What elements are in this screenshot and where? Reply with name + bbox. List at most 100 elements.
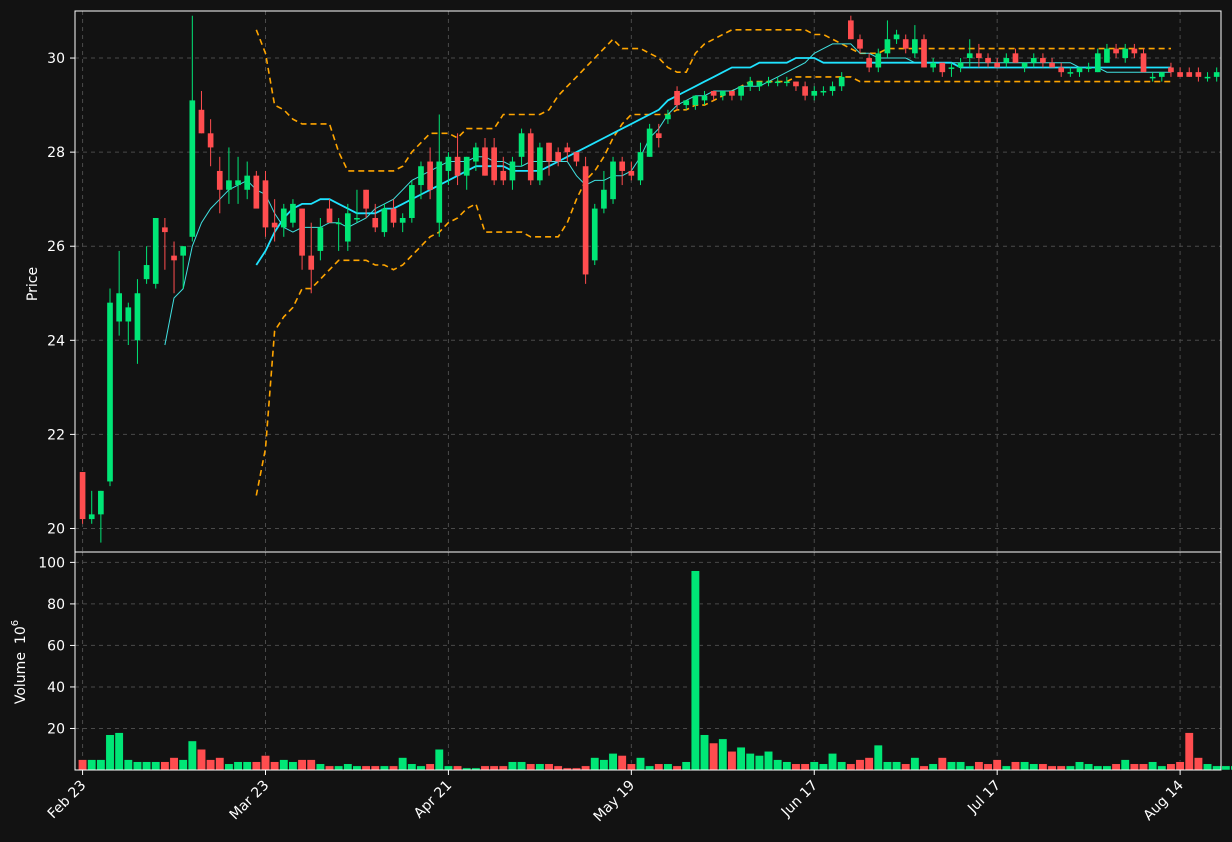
- candle-body: [1040, 58, 1046, 63]
- volume-bar: [736, 746, 746, 771]
- candle-body: [107, 302, 113, 482]
- volume-bar: [187, 740, 197, 771]
- volume-bar: [599, 759, 609, 771]
- candle-body: [317, 227, 324, 251]
- candle-body: [1085, 67, 1092, 69]
- volume-bar: [78, 759, 88, 771]
- volume-bar: [169, 757, 179, 771]
- volume-bar: [645, 765, 655, 771]
- candle-body: [555, 152, 562, 162]
- volume-bar: [553, 765, 563, 771]
- candle-body: [701, 95, 708, 101]
- candle-body: [729, 90, 735, 96]
- volume-bar: [809, 761, 819, 771]
- candle-body: [1195, 72, 1202, 77]
- candle-body: [848, 20, 854, 40]
- volume-bar: [718, 738, 728, 771]
- candle-body: [271, 222, 278, 228]
- price-tick-label: 24: [47, 333, 65, 349]
- volume-bar: [782, 761, 792, 771]
- candle-body: [473, 147, 479, 162]
- candle-body: [372, 217, 379, 228]
- volume-bar: [1212, 765, 1222, 771]
- candle-body: [912, 39, 918, 54]
- volume-bar: [919, 765, 929, 771]
- candle-body: [134, 293, 141, 341]
- candle-body: [253, 175, 260, 209]
- candle-body: [774, 81, 781, 84]
- candle-body: [1158, 72, 1165, 77]
- volume-bar: [663, 763, 673, 771]
- candle-body: [308, 255, 315, 270]
- volume-bar: [1038, 763, 1048, 771]
- volume-bar: [1221, 765, 1231, 771]
- candle-body: [930, 62, 936, 68]
- candle-body: [1122, 48, 1129, 59]
- volume-bar: [928, 763, 938, 771]
- volume-bar: [151, 761, 161, 771]
- volume-bar: [123, 759, 133, 771]
- candle-body: [783, 81, 790, 84]
- candle: [408, 180, 415, 223]
- candle: [79, 472, 86, 524]
- volume-bar: [882, 761, 892, 771]
- candle-body: [1021, 62, 1028, 68]
- candle-body: [866, 58, 872, 68]
- volume-bar: [910, 757, 920, 771]
- candle-body: [957, 62, 964, 68]
- volume-bar: [1047, 765, 1057, 771]
- volume-bar: [1166, 763, 1176, 771]
- candle-body: [1104, 48, 1110, 63]
- volume-tick-label: 100: [38, 555, 65, 571]
- volume-bar: [992, 759, 1002, 771]
- candle-body: [354, 217, 360, 220]
- volume-bar: [306, 759, 316, 771]
- candle-body: [546, 142, 552, 162]
- volume-tick-label: 20: [47, 721, 65, 737]
- price-axis-label: Price: [25, 267, 41, 301]
- candle-body: [98, 490, 104, 515]
- volume-bar: [87, 759, 97, 771]
- volume-bar: [96, 759, 106, 771]
- candle-body: [811, 90, 818, 96]
- candle-body: [125, 307, 132, 322]
- volume-bar: [535, 763, 545, 771]
- volume-bar: [818, 763, 828, 771]
- volume-bar: [837, 761, 847, 771]
- volume-bar: [132, 761, 142, 771]
- candle-body: [747, 81, 754, 87]
- volume-bar: [608, 753, 618, 771]
- candle-body: [143, 265, 150, 280]
- candle-body: [171, 255, 177, 261]
- volume-bar: [1175, 761, 1185, 771]
- candle-body: [582, 166, 589, 275]
- volume-bar: [1203, 763, 1212, 771]
- volume-bar: [873, 744, 883, 771]
- candle-body: [116, 293, 122, 322]
- volume-bar: [489, 765, 499, 771]
- candle-body: [793, 81, 799, 87]
- volume-bar: [1148, 761, 1158, 771]
- candle-body: [244, 175, 251, 190]
- volume-axis-label-base: 10: [13, 626, 29, 644]
- candle-body: [637, 152, 644, 181]
- candle-body: [491, 147, 497, 181]
- candle-body: [1094, 53, 1101, 73]
- candle-body: [1058, 67, 1065, 73]
- volume-bar: [1020, 761, 1030, 771]
- volume-bar: [1029, 763, 1039, 771]
- volume-bar: [1093, 765, 1103, 771]
- volume-bar: [251, 761, 261, 771]
- candle-body: [674, 90, 680, 106]
- candle-body: [1140, 53, 1147, 73]
- candle-body: [88, 514, 95, 520]
- candle-body: [683, 100, 690, 106]
- volume-bar: [1065, 765, 1075, 771]
- candle-body: [628, 170, 635, 176]
- candle-body: [738, 86, 744, 96]
- volume-bar: [946, 761, 956, 771]
- candle-body: [710, 90, 717, 96]
- volume-bar: [864, 757, 874, 771]
- volume-bar: [544, 763, 554, 771]
- volume-bar: [480, 765, 490, 771]
